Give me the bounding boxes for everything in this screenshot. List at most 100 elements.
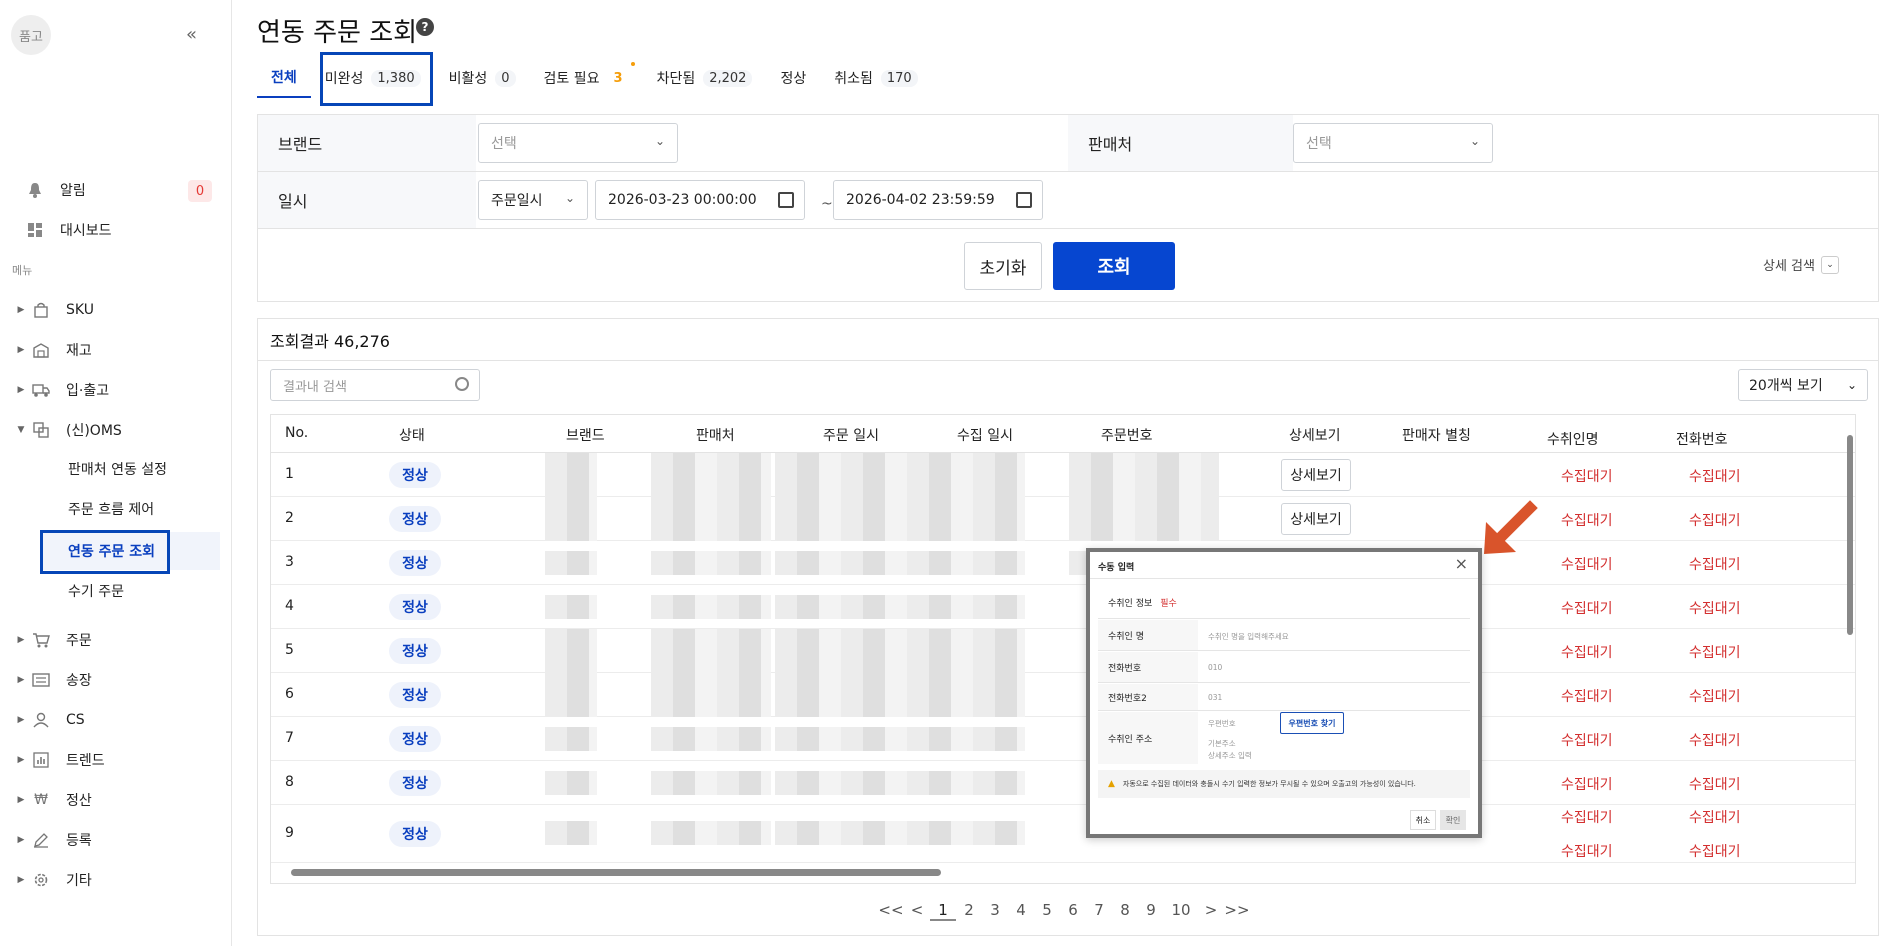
phone-input[interactable]: 010 bbox=[1208, 663, 1222, 672]
scroll-thumb[interactable] bbox=[1847, 435, 1853, 635]
phone-cell: 수집대기 bbox=[1689, 645, 1741, 661]
search-button[interactable]: 조회 bbox=[1053, 242, 1175, 290]
row-number: 8 bbox=[285, 774, 294, 790]
status-badge: 정상 bbox=[389, 506, 441, 532]
scroll-thumb[interactable] bbox=[291, 869, 941, 876]
tab-review[interactable]: 검토 필요 3 bbox=[530, 58, 643, 98]
table-row[interactable]: 3 정상 수집대기 수집대기 bbox=[271, 541, 1855, 585]
tab-blocked[interactable]: 차단됨 2,202 bbox=[643, 58, 767, 98]
tab-cancelled[interactable]: 취소됨 170 bbox=[820, 58, 931, 98]
table-row[interactable]: 6 정상 수집대기 수집대기 bbox=[271, 673, 1855, 717]
blurred-cell bbox=[545, 771, 597, 795]
table-row[interactable]: 4 정상 수집대기 수집대기 bbox=[271, 585, 1855, 629]
detail-button[interactable]: 상세보기 bbox=[1281, 459, 1351, 491]
sidebar-item-etc[interactable]: ▶ 기타 bbox=[0, 862, 232, 898]
sidebar-item-sku[interactable]: ▶ SKU bbox=[0, 292, 232, 328]
page-button[interactable]: 3 bbox=[982, 901, 1008, 921]
advanced-search-label: 상세 검색 bbox=[1763, 259, 1815, 274]
seller-label: 판매처 bbox=[1068, 115, 1293, 171]
sidebar-item-dashboard[interactable]: 대시보드 bbox=[0, 212, 232, 248]
page-button[interactable]: 6 bbox=[1060, 901, 1086, 921]
calendar-icon[interactable] bbox=[778, 192, 794, 208]
page-button[interactable]: 4 bbox=[1008, 901, 1034, 921]
date-from-input[interactable]: 2026-03-23 00:00:00 bbox=[595, 180, 805, 220]
order-table: No. 상태 브랜드 판매처 주문 일시 수집 일시 주문번호 상세보기 판매자… bbox=[270, 414, 1856, 884]
calendar-icon[interactable] bbox=[1016, 192, 1032, 208]
vertical-scrollbar[interactable] bbox=[1845, 425, 1855, 875]
page-button[interactable]: 5 bbox=[1034, 901, 1060, 921]
horizontal-scrollbar[interactable] bbox=[277, 865, 1847, 879]
table-row[interactable]: 1 정상 상세보기 수집대기 수집대기 bbox=[271, 453, 1855, 497]
address1-input[interactable]: 기본주소 bbox=[1208, 738, 1236, 749]
prev-page-button[interactable]: < bbox=[904, 901, 930, 921]
sidebar-item-register[interactable]: ▶ 등록 bbox=[0, 822, 232, 858]
table-row[interactable]: 8 정상 수집대기 수집대기 bbox=[271, 761, 1855, 805]
caret-right-icon: ▶ bbox=[17, 715, 25, 725]
tab-all[interactable]: 전체 bbox=[257, 58, 311, 98]
page-button[interactable]: 2 bbox=[956, 901, 982, 921]
sidebar-item-invoice[interactable]: ▶ 송장 bbox=[0, 662, 232, 698]
blurred-cell bbox=[651, 727, 771, 751]
blurred-cell bbox=[651, 821, 771, 845]
page-button[interactable]: 1 bbox=[930, 901, 956, 921]
tab-incomplete[interactable]: 미완성 1,380 bbox=[311, 58, 435, 98]
recipient-name-cell: 수집대기 bbox=[1561, 601, 1613, 617]
sidebar-item-oms[interactable]: ▼ (신)OMS bbox=[0, 412, 232, 448]
date-type-select[interactable]: 주문일시 ⌄ bbox=[478, 180, 588, 220]
table-row[interactable]: 7 정상 수집대기 수집대기 bbox=[271, 717, 1855, 761]
tab-inactive[interactable]: 비활성 0 bbox=[435, 58, 530, 98]
sidebar-subitem-seller-integration[interactable]: 판매처 연동 설정 bbox=[40, 450, 220, 488]
sidebar-item-cs[interactable]: ▶ CS bbox=[0, 702, 232, 738]
date-to-input[interactable]: 2026-04-02 23:59:59 bbox=[833, 180, 1043, 220]
sidebar-item-label: 주문 bbox=[66, 633, 92, 649]
sidebar-item-alarm[interactable]: 알림 0 bbox=[0, 172, 232, 208]
brand-select[interactable]: 선택 ⌄ bbox=[478, 123, 678, 163]
reset-button[interactable]: 초기화 bbox=[964, 242, 1042, 290]
blurred-cell bbox=[775, 673, 1025, 717]
seller-select[interactable]: 선택 ⌄ bbox=[1293, 123, 1493, 163]
sidebar-item-order[interactable]: ▶ 주문 bbox=[0, 622, 232, 658]
confirm-button[interactable]: 확인 bbox=[1440, 810, 1466, 830]
table-row[interactable]: 9 정상 수집대기 수집대기 수집대기 수집대기 bbox=[271, 805, 1855, 863]
help-icon[interactable]: ? bbox=[416, 18, 434, 36]
page-button[interactable]: 9 bbox=[1138, 901, 1164, 921]
bar-chart-icon bbox=[30, 750, 52, 770]
tab-count: 1,380 bbox=[371, 69, 421, 87]
logo[interactable]: 품고 bbox=[11, 15, 51, 55]
close-icon[interactable]: × bbox=[1455, 554, 1468, 573]
sidebar-item-trend[interactable]: ▶ 트렌드 bbox=[0, 742, 232, 778]
find-zip-button[interactable]: 우편번호 찾기 bbox=[1280, 712, 1344, 734]
tab-label: 전체 bbox=[271, 70, 297, 86]
search-icon[interactable] bbox=[455, 377, 469, 391]
page-size-select[interactable]: 20개씩 보기 ⌄ bbox=[1738, 369, 1868, 401]
result-search-input[interactable]: 결과내 검색 bbox=[270, 369, 480, 401]
sidebar-subitem-manual-order[interactable]: 수기 주문 bbox=[40, 572, 220, 610]
phone2-input[interactable]: 031 bbox=[1208, 693, 1222, 702]
cancel-button[interactable]: 취소 bbox=[1410, 810, 1436, 830]
table-row[interactable]: 5 정상 수집대기 수집대기 bbox=[271, 629, 1855, 673]
column-header: 주문 일시 bbox=[823, 428, 879, 444]
page-button[interactable]: 8 bbox=[1112, 901, 1138, 921]
zip-input[interactable]: 우편번호 bbox=[1208, 718, 1236, 729]
detail-button[interactable]: 상세보기 bbox=[1281, 503, 1351, 535]
collapse-sidebar-icon[interactable]: « bbox=[186, 24, 197, 45]
sidebar-item-settlement[interactable]: ▶ ₩ 정산 bbox=[0, 782, 232, 818]
address2-input[interactable]: 상세주소 입력 bbox=[1208, 750, 1252, 761]
first-page-button[interactable]: << bbox=[878, 901, 904, 921]
sidebar-item-label: 알림 bbox=[60, 183, 86, 199]
sidebar-item-stock[interactable]: ▶ 재고 bbox=[0, 332, 232, 368]
next-page-button[interactable]: > bbox=[1198, 901, 1224, 921]
sidebar-item-label: 기타 bbox=[66, 873, 92, 889]
sidebar-item-label: 정산 bbox=[66, 793, 92, 809]
tab-normal[interactable]: 정상 bbox=[766, 58, 820, 98]
table-row[interactable]: 2 정상 상세보기 수집대기 수집대기 bbox=[271, 497, 1855, 541]
page-button[interactable]: 7 bbox=[1086, 901, 1112, 921]
advanced-search-toggle[interactable]: 상세 검색 ⌄ bbox=[1763, 255, 1839, 274]
last-page-button[interactable]: >> bbox=[1224, 901, 1250, 921]
sidebar-subitem-order-flow[interactable]: 주문 흐름 제어 bbox=[40, 490, 220, 528]
recipient-name-input[interactable]: 수취인 명을 입력해주세요 bbox=[1208, 631, 1289, 642]
sidebar-subitem-linked-orders[interactable]: 연동 주문 조회 bbox=[40, 532, 220, 570]
page-button[interactable]: 10 bbox=[1164, 901, 1198, 921]
page-title: 연동 주문 조회 bbox=[257, 18, 418, 48]
sidebar-item-inout[interactable]: ▶ 입·출고 bbox=[0, 372, 232, 408]
